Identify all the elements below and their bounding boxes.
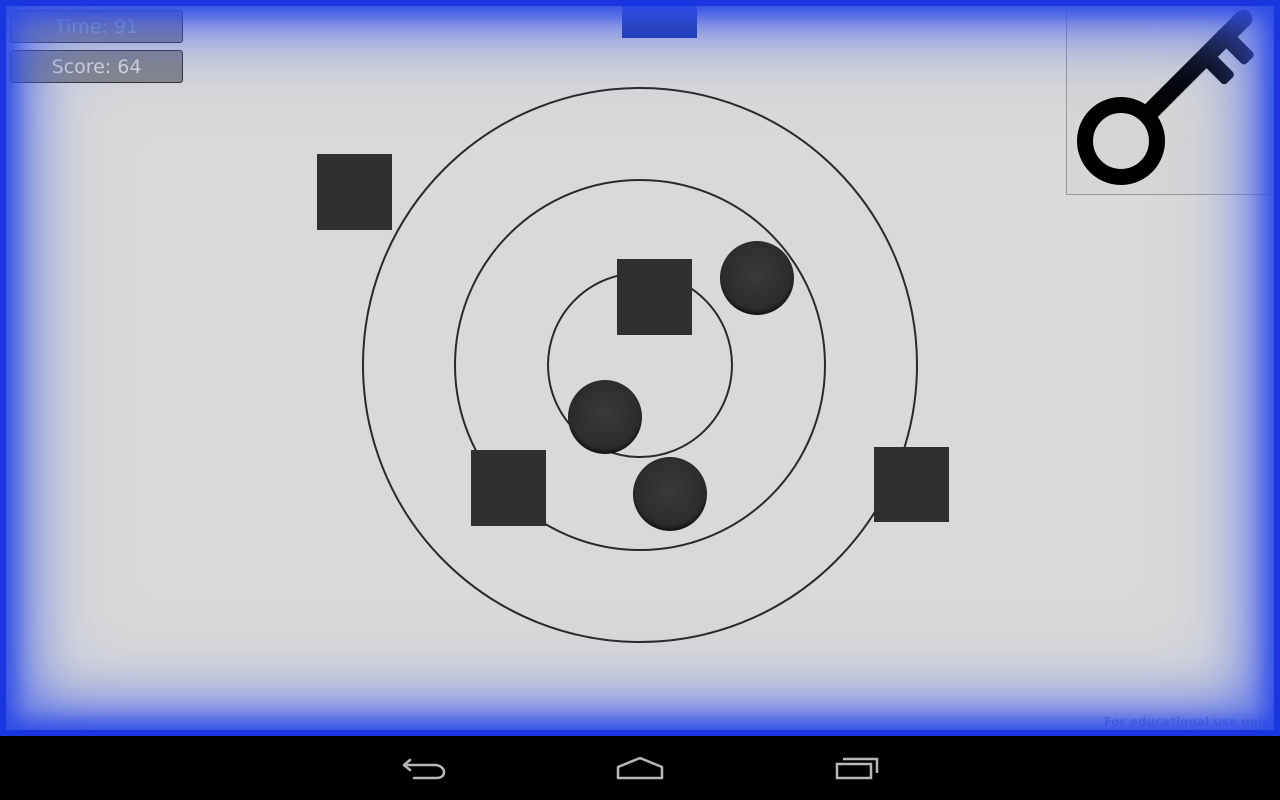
home-icon: [616, 756, 664, 780]
recent-apps-button[interactable]: [825, 752, 889, 784]
ball[interactable]: [633, 457, 707, 531]
game-screen: Time: 91 Score: 64 For educational use o…: [0, 0, 1280, 800]
square-block[interactable]: [471, 450, 546, 526]
score-label: Score:: [51, 55, 112, 78]
square-block[interactable]: [617, 259, 692, 335]
ball[interactable]: [720, 241, 794, 315]
watermark: For educational use only: [1103, 715, 1270, 729]
navigation-bar: [0, 736, 1280, 800]
home-button[interactable]: [608, 752, 672, 784]
time-value: 91: [113, 15, 139, 38]
ball[interactable]: [568, 380, 642, 454]
outer-ring: [362, 87, 918, 643]
square-block[interactable]: [317, 154, 392, 230]
score-display: Score: 64: [10, 50, 183, 83]
recent-apps-icon: [835, 757, 879, 780]
time-display: Time: 91: [10, 10, 183, 43]
score-value: 64: [117, 55, 142, 78]
key-button[interactable]: [1066, 0, 1275, 195]
back-icon: [402, 758, 446, 780]
top-tab[interactable]: [622, 0, 697, 38]
key-icon: [1077, 9, 1254, 185]
back-button[interactable]: [392, 752, 456, 784]
time-label: Time:: [54, 15, 108, 38]
playfield[interactable]: Time: 91 Score: 64 For educational use o…: [0, 0, 1280, 736]
square-block[interactable]: [874, 447, 949, 522]
